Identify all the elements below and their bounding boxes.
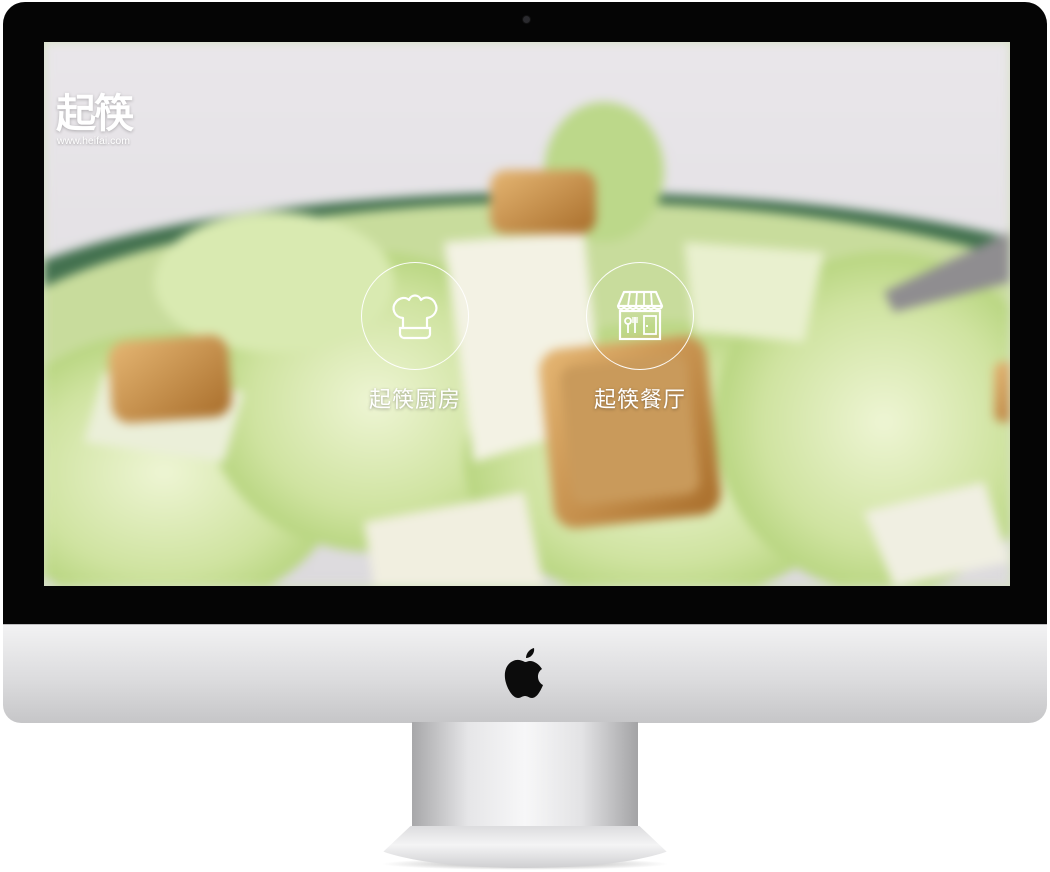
- nav-kitchen-label: 起筷厨房: [368, 388, 461, 413]
- nav-kitchen-circle[interactable]: [361, 262, 469, 370]
- camera-dot: [523, 16, 530, 23]
- monitor-stand-neck: [412, 722, 638, 837]
- apple-logo-icon: [504, 648, 543, 698]
- nav-restaurant[interactable]: 起筷餐厅: [570, 262, 710, 414]
- logo-wordmark: 起筷: [56, 91, 134, 137]
- site-logo[interactable]: 起筷 www.heifai.com: [56, 91, 134, 147]
- storefront-icon: [616, 290, 664, 341]
- nav-kitchen[interactable]: 起筷厨房: [345, 262, 485, 414]
- nav-restaurant-label: 起筷餐厅: [593, 388, 686, 413]
- chef-hat-icon: [392, 294, 438, 340]
- logo-url: www.heifai.com: [57, 135, 130, 147]
- salad-background-image: [44, 42, 1010, 586]
- website-screen: 起筷 www.heifai.com 起筷厨房 起筷餐厅: [44, 42, 1010, 586]
- nav-restaurant-circle[interactable]: [586, 262, 694, 370]
